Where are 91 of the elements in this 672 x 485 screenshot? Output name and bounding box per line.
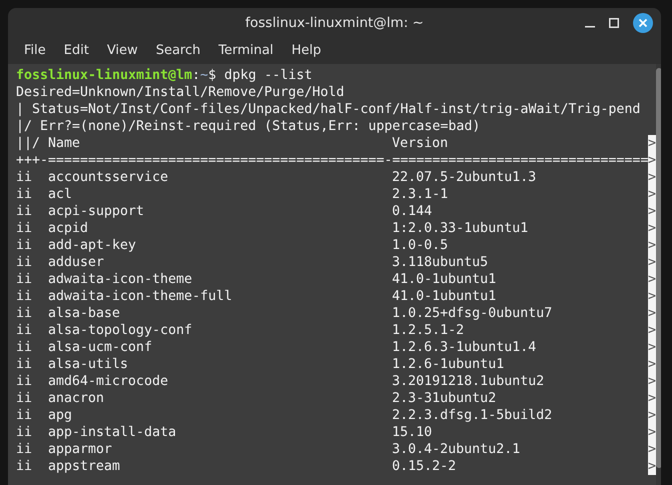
maximize-icon[interactable]: [609, 18, 619, 28]
package-name: anacron: [48, 390, 106, 407]
package-version: 22.07.5-2ubuntu1.3: [392, 169, 538, 186]
menu-item[interactable]: View: [98, 40, 146, 62]
truncation-mark: >: [648, 169, 656, 186]
status-cell-text: ii: [16, 254, 34, 271]
truncation-mark: >: [648, 237, 656, 254]
status-cell-text: ii: [16, 441, 34, 458]
truncation-mark: >: [648, 458, 656, 475]
truncation-mark: >: [648, 356, 656, 373]
package-name: alsa-topology-conf: [48, 322, 194, 339]
truncation-mark: >: [648, 203, 656, 220]
package-name: add-apt-key: [48, 237, 138, 254]
status-cell-text: ii: [16, 356, 34, 373]
column-header: Version: [392, 135, 450, 152]
status-cell-text: ii: [16, 186, 34, 203]
close-icon[interactable]: [633, 13, 653, 33]
status-cell-text: ii: [16, 424, 34, 441]
package-version: 3.118ubuntu5: [392, 254, 490, 271]
truncation-mark: >: [648, 390, 656, 407]
package-version: 3.20191218.1ubuntu2: [392, 373, 546, 390]
package-name: acpi-support: [48, 203, 146, 220]
package-name: adduser: [48, 254, 106, 271]
status-cell-text: ii: [16, 220, 34, 237]
package-version: 1:2.0.33-1ubuntu1: [392, 220, 530, 237]
status-cell-text: ii: [16, 373, 34, 390]
truncation-mark: >: [648, 305, 656, 322]
truncation-mark: >: [648, 135, 656, 152]
column-header: ||/: [16, 135, 42, 152]
package-version: 2.3-31ubuntu2: [392, 390, 498, 407]
truncation-mark: >: [648, 373, 656, 390]
menu-item[interactable]: File: [16, 40, 54, 62]
column-header: Name: [48, 135, 82, 152]
package-version: 2.3.1-1: [392, 186, 450, 203]
truncation-mark: >: [648, 339, 656, 356]
truncation-mark: >: [648, 441, 656, 458]
menu-item[interactable]: Help: [283, 40, 330, 62]
package-version: 41.0-1ubuntu1: [392, 288, 498, 305]
status-cell-text: ii: [16, 203, 34, 220]
separator-line: +++-==========================================-================================: [16, 152, 648, 169]
package-name: appstream: [48, 458, 122, 475]
package-version: 0.144: [392, 203, 434, 220]
menu-item[interactable]: Terminal: [210, 40, 282, 62]
package-version: 1.2.5.1-2: [392, 322, 466, 339]
status-cell-text: ii: [16, 339, 34, 356]
status-cell-text: ii: [16, 288, 34, 305]
truncation-mark: >: [648, 424, 656, 441]
status-cell-text: ii: [16, 237, 34, 254]
package-version: 2.2.3.dfsg.1-5build2: [392, 407, 554, 424]
truncation-mark: >: [648, 407, 656, 424]
menu-item[interactable]: Search: [148, 40, 208, 62]
package-version: 1.2.6.3-1ubuntu1.4: [392, 339, 538, 356]
package-name: apg: [48, 407, 74, 424]
package-name: adwaita-icon-theme: [48, 271, 194, 288]
window-title: fosslinux-linuxmint@lm: ~: [245, 15, 424, 31]
package-name: adwaita-icon-theme-full: [48, 288, 234, 305]
truncation-mark: >: [648, 186, 656, 203]
output-line: Desired=Unknown/Install/Remove/Purge/Hold: [16, 84, 344, 101]
package-name: alsa-base: [48, 305, 122, 322]
truncation-mark: >: [648, 254, 656, 271]
package-version: 1.0-0.5: [392, 237, 450, 254]
package-version: 0.15.2-2: [392, 458, 458, 475]
truncation-mark: >: [648, 152, 656, 169]
package-version: 41.0-1ubuntu1: [392, 271, 498, 288]
status-cell-text: ii: [16, 322, 34, 339]
output-line: | Status=Not/Inst/Conf-files/Unpacked/halF-conf/Half-inst/trig-aWait/Trig-pend: [16, 101, 640, 118]
package-name: alsa-utils: [48, 356, 130, 373]
status-cell-text: ii: [16, 458, 34, 475]
package-name: alsa-ucm-conf: [48, 339, 154, 356]
package-name: apparmor: [48, 441, 114, 458]
status-cell-text: ii: [16, 169, 34, 186]
output-line: |/ Err?=(none)/Reinst-required (Status,Err: uppercase=bad): [16, 118, 480, 135]
package-version: 1.2.6-1ubuntu1: [392, 356, 506, 373]
truncation-mark: >: [648, 271, 656, 288]
menu-item[interactable]: Edit: [56, 40, 97, 62]
truncation-mark: >: [648, 220, 656, 237]
package-name: accountsservice: [48, 169, 170, 186]
package-version: 15.10: [392, 424, 434, 441]
status-cell-text: ii: [16, 407, 34, 424]
package-version: 1.0.25+dfsg-0ubuntu7: [392, 305, 554, 322]
status-cell-text: ii: [16, 271, 34, 288]
truncation-mark: >: [648, 288, 656, 305]
package-version: 3.0.4-2ubuntu2.1: [392, 441, 522, 458]
status-cell-text: ii: [16, 305, 34, 322]
command-prompt: fosslinux-linuxmint@lm:~$ dpkg --list: [16, 67, 312, 84]
status-cell-text: ii: [16, 390, 34, 407]
truncation-mark: >: [648, 322, 656, 339]
package-name: acl: [48, 186, 74, 203]
package-name: app-install-data: [48, 424, 178, 441]
package-name: acpid: [48, 220, 90, 237]
package-name: amd64-microcode: [48, 373, 170, 390]
